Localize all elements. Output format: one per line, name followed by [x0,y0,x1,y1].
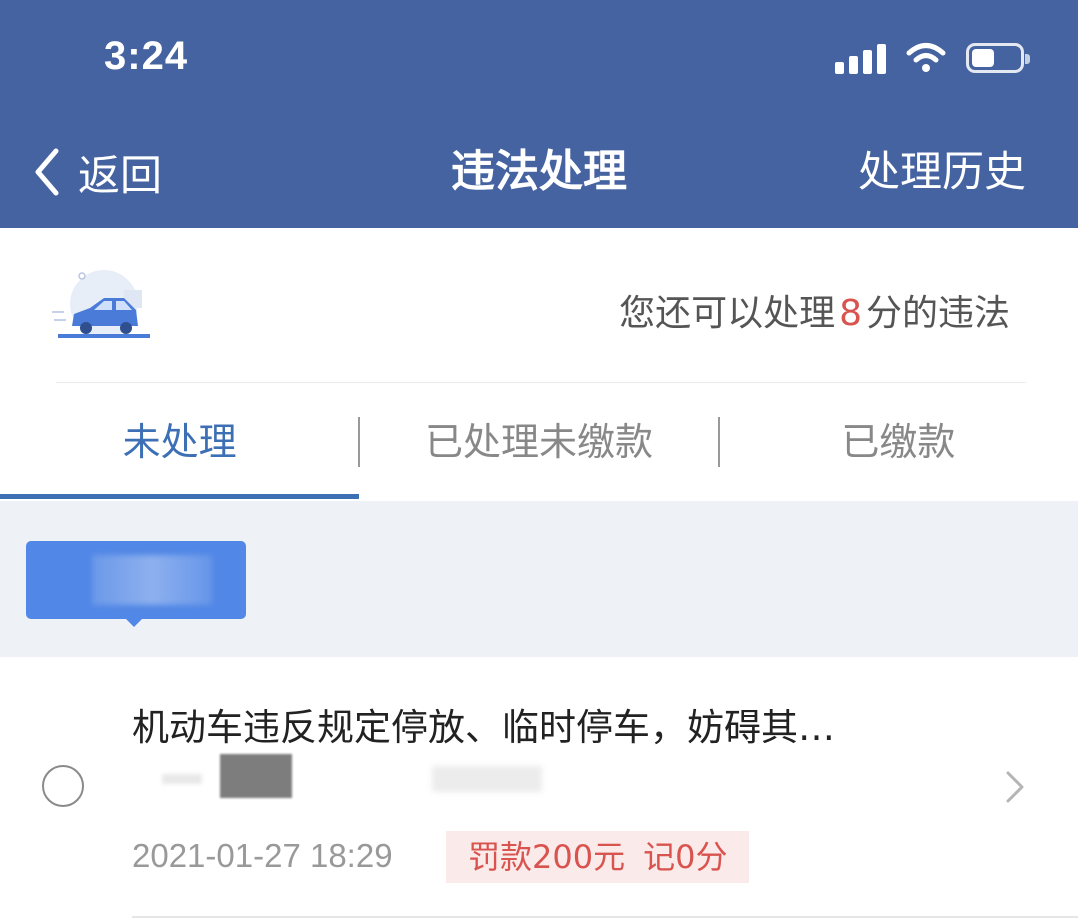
chevron-left-icon [35,148,59,196]
select-radio[interactable] [42,765,84,807]
violation-location-redacted [132,752,552,802]
summary-suffix: 分的违法 [865,293,1010,334]
status-time: 3:24 [104,34,189,78]
penalty-points: 记0分 [643,838,728,876]
violation-datetime: 2021-01-27 18:29 [132,837,393,874]
remaining-points: 8 [839,293,862,334]
summary-prefix: 您还可以处理 [619,293,836,334]
vehicle-section [0,501,1078,657]
battery-icon [966,43,1030,73]
top-bar: 3:24 返回 违法处理 处理历史 [0,0,1078,228]
back-button[interactable]: 返回 [32,140,162,204]
history-button[interactable]: 处理历史 [858,140,1026,204]
cellular-signal-icon [835,42,886,74]
tab-unprocessed[interactable]: 未处理 [0,383,360,501]
tab-paid[interactable]: 已缴款 [719,383,1078,501]
badge-pointer [124,617,144,627]
wifi-icon [906,43,946,72]
fine-amount: 罚款200元 [468,838,626,876]
page-title: 违法处理 [451,146,627,197]
tab-processed-unpaid[interactable]: 已处理未缴款 [359,383,718,501]
tab-separator [358,417,360,467]
back-label: 返回 [78,150,163,200]
license-plate-badge [26,541,246,619]
violation-title: 机动车违反规定停放、临时停车，妨碍其… [132,706,835,749]
remaining-points-text: 您还可以处理 8 分的违法 [619,284,1010,336]
chevron-right-icon [1006,771,1024,803]
car-icon [52,270,150,338]
summary-panel: 您还可以处理 8 分的违法 [0,228,1078,383]
tab-separator [718,417,720,467]
status-icons [835,38,1030,78]
fine-badge: 罚款200元 记0分 [446,831,750,883]
tab-bar: 未处理 已处理未缴款 已缴款 [0,383,1078,501]
violation-item[interactable]: 机动车违反规定停放、临时停车，妨碍其… 2021-01-27 18:29 罚款2… [0,657,1078,918]
